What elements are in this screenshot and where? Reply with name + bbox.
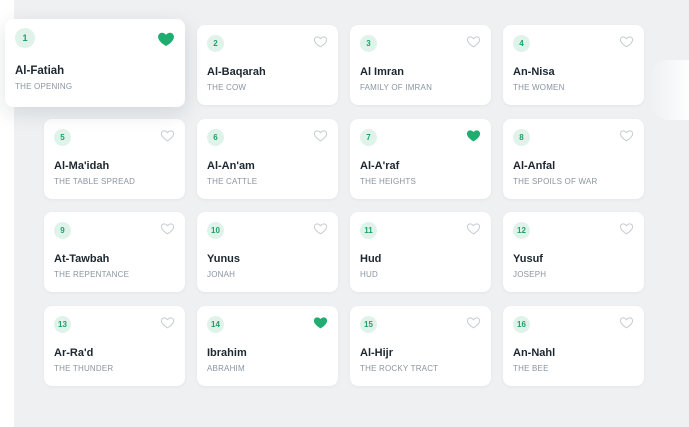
surah-card-10[interactable]: 10 Yunus JONAH (197, 212, 338, 292)
scroll-edge-glow (649, 60, 689, 120)
heart-outline-icon[interactable] (619, 221, 634, 236)
heart-outline-icon[interactable] (313, 128, 328, 143)
heart-outline-icon[interactable] (619, 34, 634, 49)
surah-card-4[interactable]: 4 An-Nisa THE WOMEN (503, 25, 644, 105)
surah-card-2[interactable]: 2 Al-Baqarah THE COW (197, 25, 338, 105)
surah-card-7[interactable]: 7 Al-A'raf THE HEIGHTS (350, 118, 491, 199)
heart-icon[interactable] (466, 128, 481, 143)
surah-meaning: JONAH (207, 270, 236, 279)
surah-number-badge: 9 (54, 222, 71, 239)
surah-meaning: FAMILY OF IMRAN (360, 83, 433, 92)
surah-meaning: THE WOMEN (513, 83, 565, 92)
surah-card-6[interactable]: 6 Al-An'am THE CATTLE (197, 118, 338, 199)
surah-name: Hud (360, 253, 382, 265)
heart-outline-icon[interactable] (619, 315, 634, 330)
surah-name: Ar-Ra'd (54, 346, 94, 359)
surah-card-11[interactable]: 11 Hud HUD (350, 212, 491, 292)
surah-name: Al-Fatiah (15, 65, 65, 77)
surah-card-15[interactable]: 15 Al-Hijr THE ROCKY TRACT (350, 305, 491, 386)
heart-outline-icon[interactable] (313, 221, 328, 236)
surah-name: Al-Hijr (360, 346, 393, 359)
surah-meaning: JOSEPH (513, 270, 547, 279)
surah-card-12[interactable]: 12 Yusuf JOSEPH (503, 212, 644, 292)
surah-meaning: THE SPOILS OF WAR (513, 176, 598, 186)
surah-meaning: THE HEIGHTS (360, 176, 416, 186)
heart-outline-icon[interactable] (160, 221, 175, 236)
surah-name: Al-A'raf (360, 159, 400, 172)
surah-meaning: THE OPENING (15, 82, 73, 91)
surah-card-5[interactable]: 5 Al-Ma'idah THE TABLE SPREAD (44, 118, 185, 199)
surah-name: Ibrahim (207, 346, 247, 359)
surah-name: At-Tawbah (54, 253, 110, 265)
surah-number-badge: 10 (207, 222, 224, 239)
heart-outline-icon[interactable] (160, 128, 175, 143)
surah-number-badge: 16 (513, 315, 530, 333)
heart-outline-icon[interactable] (466, 221, 481, 236)
surah-name: Yusuf (513, 253, 543, 265)
surah-card-1[interactable]: 1 Al-Fatiah THE OPENING (5, 19, 185, 107)
surah-number-badge: 11 (360, 222, 377, 239)
surah-number-badge: 6 (207, 128, 224, 146)
surah-number-badge: 3 (360, 35, 377, 52)
surah-meaning: THE REPENTANCE (54, 270, 130, 279)
surah-number-badge: 13 (54, 315, 71, 333)
surah-meaning: ABRAHIM (207, 363, 245, 373)
surah-card-3[interactable]: 3 Al Imran FAMILY OF IMRAN (350, 25, 491, 105)
surah-name: Al-Ma'idah (54, 159, 110, 172)
surah-name: Al Imran (360, 66, 405, 78)
surah-meaning: THE CATTLE (207, 176, 258, 186)
surah-card-8[interactable]: 8 Al-Anfal THE SPOILS OF WAR (503, 118, 644, 199)
surah-number-badge: 5 (54, 128, 71, 146)
surah-card-9[interactable]: 9 At-Tawbah THE REPENTANCE (44, 212, 185, 292)
heart-outline-icon[interactable] (466, 34, 481, 49)
surah-name: Al-Baqarah (207, 66, 266, 78)
surah-card-14[interactable]: 14 Ibrahim ABRAHIM (197, 305, 338, 386)
heart-outline-icon[interactable] (619, 128, 634, 143)
surah-number-badge: 4 (513, 35, 530, 52)
surah-card-13[interactable]: 13 Ar-Ra'd THE THUNDER (44, 305, 185, 386)
surah-card-16[interactable]: 16 An-Nahl THE BEE (503, 305, 644, 386)
heart-outline-icon[interactable] (313, 34, 328, 49)
surah-number-badge: 1 (15, 28, 35, 48)
surah-meaning: THE BEE (513, 363, 549, 373)
heart-outline-icon[interactable] (466, 315, 481, 330)
surah-number-badge: 15 (360, 315, 377, 333)
heart-icon[interactable] (157, 30, 175, 48)
surah-number-badge: 7 (360, 128, 377, 146)
surah-grid: 1 Al-Fatiah THE OPENING 2 Al-Baqarah THE… (5, 19, 644, 386)
surah-number-badge: 14 (207, 315, 224, 333)
surah-name: An-Nahl (513, 346, 556, 359)
surah-name: Al-An'am (207, 159, 255, 172)
heart-outline-icon[interactable] (160, 315, 175, 330)
surah-meaning: THE TABLE SPREAD (54, 176, 136, 186)
surah-meaning: HUD (360, 270, 378, 279)
surah-name: An-Nisa (513, 66, 555, 78)
surah-name: Yunus (207, 253, 241, 265)
surah-meaning: THE COW (207, 83, 247, 92)
surah-meaning: THE THUNDER (54, 363, 114, 373)
surah-number-badge: 2 (207, 35, 224, 52)
heart-icon[interactable] (313, 315, 328, 330)
surah-meaning: THE ROCKY TRACT (360, 363, 439, 373)
surah-number-badge: 12 (513, 222, 530, 239)
surah-number-badge: 8 (513, 128, 530, 146)
surah-name: Al-Anfal (513, 159, 556, 172)
